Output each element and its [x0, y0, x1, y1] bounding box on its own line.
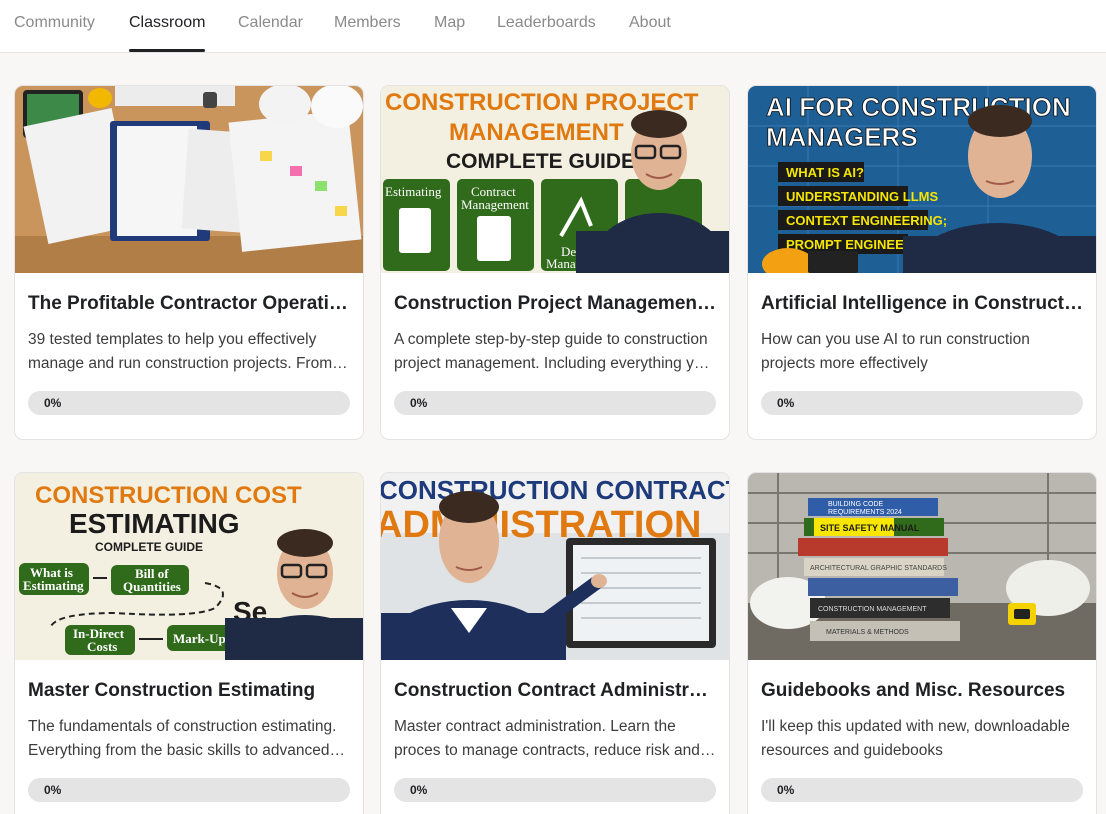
course-description: 39 tested templates to help you effectiv… — [28, 331, 333, 372]
thumb-text: Estimating — [385, 184, 442, 199]
course-description: The fundamentals of construction estimat… — [28, 718, 337, 759]
thumb-text: Mana — [546, 256, 576, 271]
course-card[interactable]: AI FOR CONSTRUCTION MANAGERS WHAT IS AI?… — [747, 85, 1097, 440]
progress-label: 0% — [410, 396, 428, 410]
tab-calendar[interactable]: Calendar — [238, 14, 303, 52]
thumb-text: ARCHITECTURAL GRAPHIC STANDARDS — [810, 565, 947, 572]
thumb-text: ESTIMATING — [69, 508, 240, 539]
progress-bar: 0% — [394, 391, 716, 415]
desk-templates-image — [15, 86, 363, 273]
progress-bar: 0% — [28, 391, 350, 415]
course-card[interactable]: CONSTRUCTION COST ESTIMATING COMPLETE GU… — [14, 472, 364, 814]
progress-label: 0% — [44, 783, 62, 797]
tab-about[interactable]: About — [629, 14, 671, 52]
thumb-text: Management — [461, 197, 529, 212]
progress-bar: 0% — [394, 778, 716, 802]
course-description: I'll keep this updated with new, downloa… — [761, 718, 1070, 759]
thumb-text: MATERIALS & METHODS — [826, 629, 909, 636]
tab-leaderboards[interactable]: Leaderboards — [497, 14, 596, 52]
thumb-text: Quantities — [123, 579, 181, 594]
course-thumbnail — [15, 86, 363, 273]
course-card[interactable]: The Profitable Contractor Operating Syst… — [14, 85, 364, 440]
course-title: Construction Contract Administration — [394, 680, 716, 701]
course-description: How can you use AI to run construction p… — [761, 331, 1030, 372]
thumb-text: CONSTRUCTION MANAGEMENT — [818, 606, 927, 613]
thumb-text: WHAT IS AI? — [786, 165, 864, 180]
course-thumbnail: AI FOR CONSTRUCTION MANAGERS WHAT IS AI?… — [748, 86, 1096, 273]
tab-map[interactable]: Map — [434, 14, 465, 52]
course-card[interactable]: CONSTRUCTION CONTRACT ADMINISTRATION Con… — [380, 472, 730, 814]
course-title: The Profitable Contractor Operating Syst… — [28, 293, 350, 314]
course-description: Master contract administration. Learn th… — [394, 718, 700, 759]
thumb-text: MANAGERS — [766, 122, 918, 152]
progress-bar: 0% — [761, 391, 1083, 415]
course-card[interactable]: CONSTRUCTION PROJECT MANAGEMENT COMPLETE… — [380, 85, 730, 440]
course-card[interactable]: BUILDING CODE REQUIREMENTS 2024 SITE SAF… — [747, 472, 1097, 814]
thumb-text: CONTEXT ENGINEERING; — [786, 213, 947, 228]
contract-admin-image: CONSTRUCTION CONTRACT ADMINISTRATION — [381, 473, 729, 660]
thumb-text: MANAGEMENT — [449, 119, 624, 146]
ai-managers-image: AI FOR CONSTRUCTION MANAGERS WHAT IS AI?… — [748, 86, 1096, 273]
thumb-text: Mark-Up — [173, 631, 226, 646]
thumb-text: SITE SAFETY MANUAL — [820, 523, 920, 533]
top-navigation: Community Classroom Calendar Members Map… — [0, 0, 1106, 53]
course-title: Construction Project Management Complete… — [394, 293, 716, 314]
progress-label: 0% — [777, 783, 795, 797]
course-thumbnail: CONSTRUCTION CONTRACT ADMINISTRATION — [381, 473, 729, 660]
course-title: Artificial Intelligence in Construction … — [761, 293, 1083, 314]
progress-label: 0% — [410, 783, 428, 797]
thumb-text: CONSTRUCTION COST — [35, 482, 302, 509]
tab-community[interactable]: Community — [14, 14, 95, 52]
progress-label: 0% — [777, 396, 795, 410]
thumb-text: CONSTRUCTION CONTRACT — [381, 475, 729, 505]
thumb-text: UNDERSTANDING LLMS — [786, 189, 938, 204]
thumb-text: Estimating — [23, 578, 84, 593]
course-title: Master Construction Estimating — [28, 680, 316, 701]
thumb-text: Costs — [87, 639, 117, 654]
cost-estimating-image: CONSTRUCTION COST ESTIMATING COMPLETE GU… — [15, 473, 363, 660]
guidebooks-image: BUILDING CODE REQUIREMENTS 2024 SITE SAF… — [748, 473, 1096, 660]
progress-bar: 0% — [761, 778, 1083, 802]
thumb-text: COMPLETE GUIDE — [95, 540, 203, 554]
course-description: A complete step-by-step guide to constru… — [394, 331, 712, 372]
thumb-text: BUILDING CODE — [828, 501, 884, 508]
course-title: Guidebooks and Misc. Resources — [761, 680, 1066, 701]
course-thumbnail: CONSTRUCTION COST ESTIMATING COMPLETE GU… — [15, 473, 363, 660]
thumb-text: COMPLETE GUIDE — [446, 150, 635, 173]
progress-label: 0% — [44, 396, 62, 410]
tab-members[interactable]: Members — [334, 14, 401, 52]
thumb-text: REQUIREMENTS 2024 — [828, 509, 902, 516]
project-management-image: CONSTRUCTION PROJECT MANAGEMENT COMPLETE… — [381, 86, 729, 273]
course-thumbnail: CONSTRUCTION PROJECT MANAGEMENT COMPLETE… — [381, 86, 729, 273]
course-thumbnail: BUILDING CODE REQUIREMENTS 2024 SITE SAF… — [748, 473, 1096, 660]
tab-classroom[interactable]: Classroom — [129, 14, 206, 52]
progress-bar: 0% — [28, 778, 350, 802]
